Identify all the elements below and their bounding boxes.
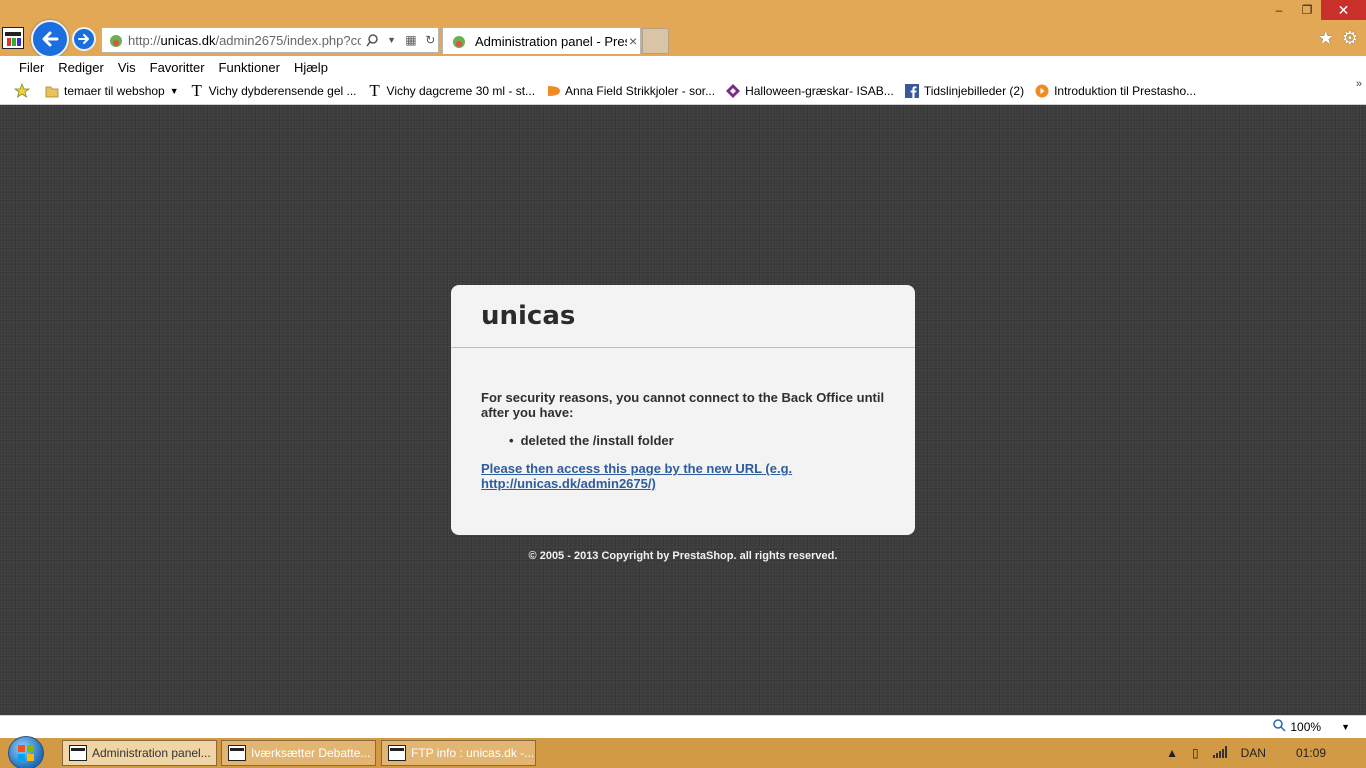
clock[interactable]: 01:09 [1296, 746, 1326, 760]
favorite-vichy-gel[interactable]: T Vichy dybderensende gel ... [189, 81, 356, 100]
start-button[interactable] [8, 736, 44, 768]
prestashop-favicon-icon [108, 32, 124, 48]
browser-titlebar: http://unicas.dk/admin2675/index.php?con… [0, 0, 1366, 58]
menu-funktioner[interactable]: Funktioner [212, 60, 287, 75]
search-icon[interactable] [365, 32, 380, 48]
toolbar-icons: ★ ⚙ [1318, 28, 1358, 49]
security-message-box: unicas For security reasons, you cannot … [451, 285, 915, 535]
window-controls: – ❐ ✕ [1265, 0, 1366, 20]
purple-diamond-icon [725, 83, 741, 99]
language-indicator[interactable]: DAN [1241, 746, 1266, 760]
show-hidden-icons-icon[interactable]: ▲ [1166, 746, 1178, 760]
close-tab-icon[interactable]: × [629, 33, 637, 49]
add-favorite-button[interactable] [14, 83, 34, 99]
system-tray: ▲ ▯ DAN 01:09 [1166, 738, 1366, 768]
favorite-introduktion-prestashop[interactable]: Introduktion til Prestasho... [1034, 83, 1196, 99]
security-message: For security reasons, you cannot connect… [481, 390, 885, 420]
page-icon[interactable] [2, 27, 24, 49]
ie-window-icon [69, 745, 87, 761]
favorite-vichy-dagcreme[interactable]: T Vichy dagcreme 30 ml - st... [367, 81, 535, 100]
url-text[interactable]: http://unicas.dk/admin2675/index.php?con… [128, 33, 361, 48]
page-content: unicas For security reasons, you cannot … [0, 105, 1366, 715]
copyright-text: © 2005 - 2013 Copyright by PrestaShop. a… [528, 550, 838, 562]
battery-icon[interactable]: ▯ [1192, 746, 1199, 760]
menu-hjaelp[interactable]: Hjælp [287, 60, 335, 75]
t-serif-icon: T [369, 81, 380, 100]
refresh-icon[interactable]: ↻ [423, 32, 438, 48]
taskbar-button-ivaerksaetter[interactable]: Iværksætter Debatte... [221, 740, 376, 766]
dropdown-icon[interactable]: ▼ [384, 32, 399, 48]
box-header: unicas [451, 285, 915, 348]
facebook-icon [904, 83, 920, 99]
play-icon [1034, 83, 1050, 99]
taskbar-button-ftp-info[interactable]: FTP info : unicas.dk -... [381, 740, 536, 766]
chevron-down-icon: ▼ [169, 86, 179, 96]
favorites-bar: temaer til webshop ▼ T Vichy dybderensen… [0, 78, 1366, 105]
orange-shape-icon [545, 83, 561, 99]
menu-vis[interactable]: Vis [111, 60, 143, 75]
forward-button[interactable] [72, 27, 96, 51]
menu-rediger[interactable]: Rediger [51, 60, 111, 75]
arrow-left-icon [42, 31, 59, 47]
folder-icon [44, 83, 60, 99]
menu-bar: Filer Rediger Vis Favoritter Funktioner … [0, 56, 1366, 78]
taskbar-button-administration-panel[interactable]: Administration panel... [62, 740, 217, 766]
windows-logo-icon [18, 745, 34, 761]
list-item: deleted the /install folder [509, 433, 885, 448]
signal-icon[interactable] [1212, 745, 1227, 761]
tab-administration-panel[interactable]: Administration panel - Pres... × [442, 27, 641, 54]
favorite-anna-field[interactable]: Anna Field Strikkjoler - sor... [545, 83, 715, 99]
taskbar: Administration panel... Iværksætter Deba… [0, 736, 1366, 768]
favorites-more-icon[interactable]: » [1356, 78, 1362, 90]
zoom-icon [1273, 719, 1286, 735]
chevron-down-icon: ▼ [1341, 722, 1350, 732]
ie-window-icon [388, 745, 406, 761]
shop-name: unicas [481, 301, 576, 331]
star-plus-icon [14, 83, 30, 99]
favorite-temaer-til-webshop[interactable]: temaer til webshop ▼ [44, 83, 179, 99]
arrow-right-icon [78, 34, 89, 44]
minimize-button[interactable]: – [1265, 0, 1293, 20]
new-tab-button[interactable] [642, 28, 669, 54]
zoom-level: 100% [1290, 720, 1322, 734]
gear-icon[interactable]: ⚙ [1342, 28, 1358, 49]
back-button[interactable] [31, 20, 69, 58]
menu-filer[interactable]: Filer [12, 60, 51, 75]
status-bar: 100% ▼ [0, 715, 1366, 738]
menu-favoritter[interactable]: Favoritter [143, 60, 212, 75]
restore-button[interactable]: ❐ [1293, 0, 1321, 20]
favorite-halloween[interactable]: Halloween-græskar- ISAB... [725, 83, 894, 99]
prestashop-favicon-icon [451, 33, 467, 49]
new-url-link[interactable]: Please then access this page by the new … [481, 461, 885, 491]
address-bar[interactable]: http://unicas.dk/admin2675/index.php?con… [101, 27, 439, 53]
t-serif-icon: T [191, 81, 202, 100]
favorite-tidslinjebilleder[interactable]: Tidslinjebilleder (2) [904, 83, 1024, 99]
zoom-control[interactable]: 100% ▼ [1273, 719, 1350, 735]
favorites-star-icon[interactable]: ★ [1318, 28, 1334, 49]
box-body: For security reasons, you cannot connect… [451, 348, 915, 491]
ie-window-icon [228, 745, 246, 761]
close-window-button[interactable]: ✕ [1321, 0, 1366, 20]
tab-title: Administration panel - Pres... [475, 33, 627, 49]
requirements-list: deleted the /install folder [509, 433, 885, 448]
compatibility-view-icon[interactable]: ▦ [403, 32, 418, 48]
